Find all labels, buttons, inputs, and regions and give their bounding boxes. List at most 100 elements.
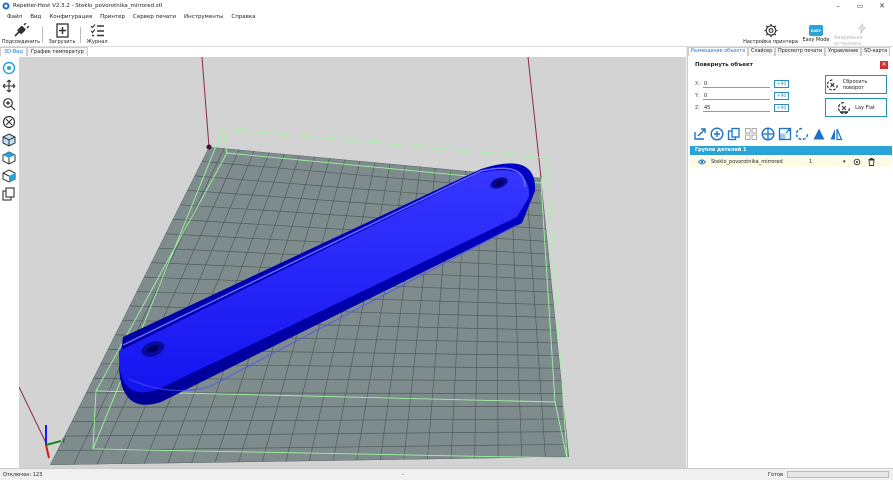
rotate-x-plus90-button[interactable]: +90 (774, 80, 789, 88)
menu-view[interactable]: Вид (30, 14, 41, 20)
fit-view-icon[interactable] (1, 113, 17, 131)
printer-settings-label: Настройка принтера (743, 39, 798, 45)
lay-flat-label: Lay Flat (855, 104, 875, 111)
export-icon[interactable] (692, 126, 708, 142)
right-tabs: Размещение объекта Слайсер Просмотр печа… (688, 47, 893, 56)
tab-temperature-graph[interactable]: График температур (26, 47, 88, 56)
tab-object-placement[interactable]: Размещение объекта (688, 47, 749, 56)
left-pane: 3D-Вид График температур Y (0, 47, 686, 468)
copy-object-icon[interactable] (726, 126, 742, 142)
rotate-panel-title: Повернуть объект (695, 62, 753, 68)
rotate-z-input[interactable]: 45 (703, 105, 770, 112)
status-bar: Отключен: 123 - Готов (0, 468, 893, 480)
center-object-icon[interactable] (760, 126, 776, 142)
rotate-x-input[interactable]: 0 (703, 81, 770, 88)
reset-rotation-icon (826, 78, 838, 91)
menu-print-server[interactable]: Сервер печати (133, 14, 176, 20)
cube-top-icon[interactable] (1, 149, 17, 167)
connection-status: Отключен: 123 (3, 472, 43, 478)
rotate-object-icon[interactable] (794, 126, 810, 142)
rotate-y-plus90-button[interactable]: +90 (774, 92, 789, 100)
maximize-button[interactable]: ▭ (849, 0, 871, 11)
easy-mode-label: Easy Mode (802, 37, 830, 43)
visibility-eye-icon[interactable] (698, 159, 706, 165)
menu-help[interactable]: Справка (231, 14, 255, 20)
lay-flat-icon (838, 101, 851, 114)
tab-3d-view[interactable]: 3D-Вид (0, 47, 27, 56)
connect-label: Подсоединить (1, 39, 41, 45)
multi-view-icon[interactable] (1, 185, 17, 203)
3d-scene[interactable]: Y (19, 57, 686, 468)
connect-button[interactable]: Подсоединить (1, 23, 41, 47)
move-view-icon[interactable] (1, 77, 17, 95)
object-tools-row (692, 126, 845, 142)
log-label: Журнал (86, 39, 108, 45)
origin-marker (206, 144, 212, 150)
autoposition-icon[interactable] (743, 126, 759, 142)
mirror-object-icon[interactable] (811, 126, 827, 142)
z-axis-label: Z: (695, 105, 701, 111)
easy-mode-button[interactable]: EASY Easy Mode (800, 23, 832, 47)
tab-slicer[interactable]: Слайсер (748, 47, 776, 56)
tab-sd-card[interactable]: SD-карта (861, 47, 891, 56)
menu-tools[interactable]: Инструменты (184, 14, 223, 20)
cut-object-icon[interactable] (828, 126, 844, 142)
toolbar-divider (42, 27, 43, 43)
emergency-stop-label: Аварийная остановка (834, 35, 863, 47)
status-middle: - (402, 472, 404, 478)
ready-status: Готов (768, 472, 784, 478)
toolbar-divider (80, 27, 81, 43)
rotate-z-row: Z: 45 +90 (695, 104, 789, 112)
build-volume-edge (527, 57, 542, 179)
rotate-y-input[interactable]: 0 (703, 93, 770, 100)
gear-icon (763, 23, 778, 38)
add-file-icon (55, 23, 69, 38)
rotate-y-row: Y: 0 +90 (695, 92, 789, 100)
rotate-view-icon[interactable] (1, 59, 17, 77)
easy-mode-icon: EASY (809, 25, 823, 36)
minimize-button[interactable]: – (827, 0, 849, 11)
rotate-z-plus90-button[interactable]: +90 (774, 104, 789, 112)
reset-rotation-label: Сбросить поворот (842, 78, 868, 91)
cube-front-icon[interactable] (1, 131, 17, 149)
object-count-dropdown[interactable]: ▾ (843, 159, 853, 165)
view-tabs: 3D-Вид График температур (0, 47, 88, 56)
lay-flat-button[interactable]: Lay Flat (825, 98, 887, 117)
object-group-header[interactable]: Группа деталей 1 (690, 146, 892, 155)
trash-icon[interactable] (868, 158, 875, 166)
menu-file[interactable]: Файл (7, 14, 22, 20)
title-bar: Repetier-Host V2.3.2 - Steklo_povorotnik… (0, 0, 893, 11)
menu-printer[interactable]: Принтер (100, 14, 125, 20)
emergency-stop-button[interactable]: Аварийная остановка (834, 23, 890, 47)
cube-side-icon[interactable] (1, 167, 17, 185)
3d-viewport[interactable]: Y (19, 57, 686, 468)
rotate-x-row: X: 0 +90 (695, 80, 789, 88)
tab-control[interactable]: Управление (825, 47, 862, 56)
load-button[interactable]: Загрузить (47, 23, 77, 47)
scale-object-icon[interactable] (777, 126, 793, 142)
object-list-item[interactable]: Steklo_povorotnika_mirrored 1 ▾ (690, 157, 892, 167)
lightning-icon (858, 23, 866, 34)
build-volume-edge (19, 386, 48, 446)
build-volume-edge (201, 57, 210, 148)
svg-text:Y: Y (61, 438, 66, 445)
reset-rotation-button[interactable]: Сбросить поворот (825, 75, 887, 94)
window-title: Repetier-Host V2.3.2 - Steklo_povorotnik… (13, 2, 163, 9)
add-object-icon[interactable] (709, 126, 725, 142)
y-axis-label: Y: (695, 93, 700, 99)
menu-config[interactable]: Конфигурация (49, 14, 92, 20)
easy-badge-text: EASY (810, 28, 822, 33)
zoom-icon[interactable] (1, 95, 17, 113)
load-label: Загрузить (48, 39, 76, 45)
tab-print-preview[interactable]: Просмотр печати (775, 47, 826, 56)
checklist-icon (90, 24, 104, 37)
close-rotate-panel-button[interactable]: ✕ (880, 61, 888, 69)
progress-bar (787, 471, 889, 478)
view-toolbar (1, 59, 18, 203)
printer-settings-button[interactable]: Настройка принтера (743, 23, 798, 47)
plug-icon (14, 23, 29, 37)
log-button[interactable]: Журнал (84, 23, 110, 47)
right-pane: Размещение объекта Слайсер Просмотр печа… (687, 47, 893, 468)
object-settings-icon[interactable] (853, 158, 861, 166)
close-button[interactable]: ✕ (871, 0, 893, 11)
